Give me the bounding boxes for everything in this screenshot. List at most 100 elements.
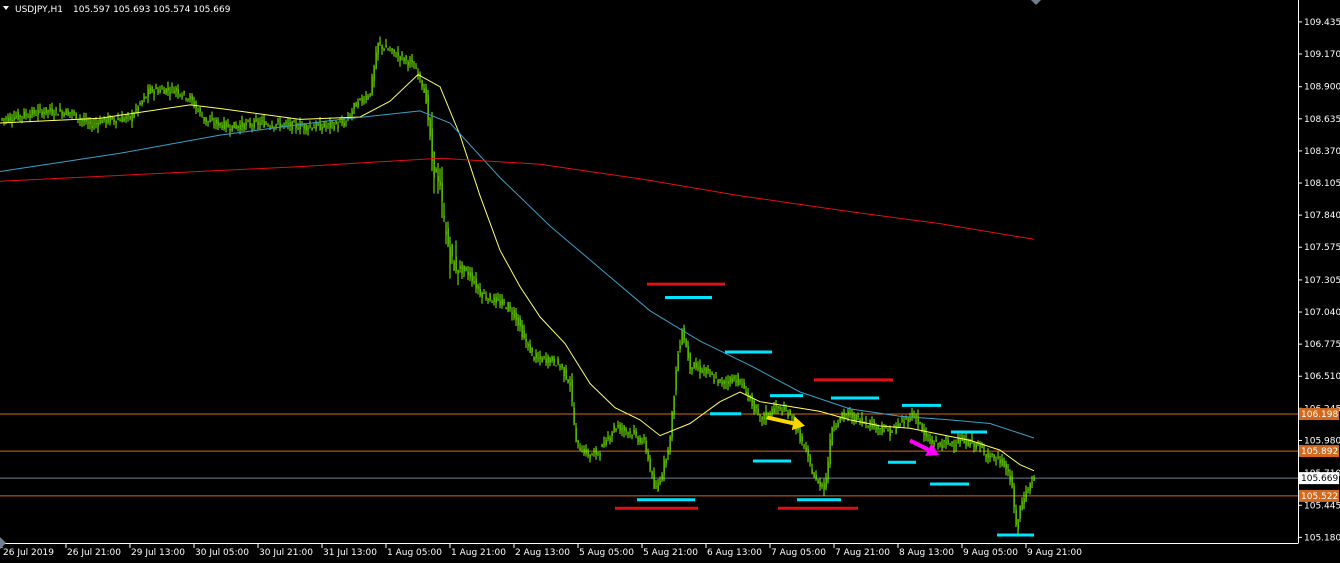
candle-body	[299, 122, 301, 130]
candle-body	[357, 101, 359, 107]
candle-body	[389, 49, 391, 51]
candle-body	[645, 440, 647, 451]
candle-body	[461, 264, 463, 273]
candle-body	[753, 400, 755, 412]
candle-body	[1031, 482, 1033, 484]
candle-body	[715, 377, 717, 379]
candle-body	[679, 345, 681, 350]
candle-body	[685, 339, 687, 348]
price-tick-label: 107.575	[1304, 243, 1340, 253]
candle-body	[425, 88, 427, 103]
candle-body	[405, 55, 407, 60]
candle-body	[487, 298, 489, 301]
candle-body	[875, 426, 877, 430]
price-tick-label: 107.840	[1304, 211, 1340, 221]
candle-body	[691, 367, 693, 370]
candle-body	[259, 122, 261, 125]
candle-body	[775, 404, 777, 407]
candle-body	[449, 246, 451, 265]
candle-body	[979, 444, 981, 447]
candle-body	[411, 59, 413, 63]
candle-body	[313, 127, 315, 129]
candle-body	[503, 301, 505, 303]
candle-body	[109, 117, 111, 123]
candle-body	[271, 125, 273, 128]
candle-body	[501, 298, 503, 305]
candle-body	[175, 88, 177, 91]
candle-body	[127, 114, 129, 116]
candle-body	[285, 121, 287, 124]
candle-body	[89, 121, 91, 124]
candle-body	[485, 296, 487, 299]
candle-body	[57, 114, 59, 116]
candle-body	[781, 411, 783, 415]
candle-body	[351, 111, 353, 115]
candle-body	[761, 416, 763, 421]
candle-body	[219, 123, 221, 126]
candle-body	[803, 445, 805, 447]
candle-body	[263, 120, 265, 128]
candle-body	[495, 297, 497, 303]
candle-body	[261, 120, 263, 122]
candle-body	[323, 122, 325, 127]
candle-body	[739, 381, 741, 383]
candle-body	[899, 423, 901, 426]
candle-body	[255, 119, 257, 121]
candle-body	[385, 45, 387, 48]
candle-body	[705, 367, 707, 373]
candle-body	[97, 122, 99, 127]
candle-body	[735, 380, 737, 383]
candle-body	[809, 455, 811, 464]
candle-body	[443, 215, 445, 219]
candle-body	[555, 365, 557, 367]
candle-body	[161, 88, 163, 90]
candle-body	[669, 436, 671, 451]
candle-body	[983, 450, 985, 452]
candle-body	[621, 428, 623, 430]
candle-body	[297, 128, 299, 130]
candle-body	[949, 443, 951, 446]
time-tick-label: 30 Jul 05:00	[195, 548, 249, 558]
candle-body	[463, 265, 465, 272]
candle-body	[21, 116, 23, 118]
candle-body	[815, 474, 817, 480]
candle-body	[393, 49, 395, 53]
candle-body	[191, 95, 193, 101]
candle-body	[439, 181, 441, 186]
candle-body	[253, 120, 255, 128]
candle-body	[881, 426, 883, 433]
candle-body	[409, 59, 411, 62]
candle-body	[371, 76, 373, 95]
candle-body	[53, 114, 55, 116]
candle-body	[31, 109, 33, 115]
candle-body	[39, 108, 41, 110]
candle-body	[25, 113, 27, 116]
candle-body	[569, 382, 571, 386]
candle-body	[617, 424, 619, 428]
candle-body	[257, 121, 259, 125]
candle-body	[833, 426, 835, 428]
candle-body	[933, 442, 935, 446]
candle-body	[813, 472, 815, 478]
candle-body	[223, 121, 225, 129]
candle-body	[725, 381, 727, 383]
candle-body	[325, 126, 327, 128]
candle-body	[855, 414, 857, 421]
candle-body	[413, 67, 415, 69]
candle-body	[287, 123, 289, 125]
candle-body	[123, 118, 125, 121]
candle-body	[251, 125, 253, 127]
candle-body	[451, 244, 453, 256]
candle-body	[377, 42, 379, 55]
time-tick-label: 26 Jul 2019	[3, 548, 54, 558]
chart-ohlc: 105.597 105.693 105.574 105.669	[73, 5, 231, 15]
price-tick-label: 107.040	[1304, 308, 1340, 318]
candle-body	[847, 411, 849, 416]
candle-body	[567, 379, 569, 383]
time-tick-label: 8 Aug 13:00	[899, 548, 954, 558]
candle-body	[609, 437, 611, 441]
candle-body	[407, 61, 409, 66]
candle-body	[1001, 458, 1003, 466]
candle-body	[9, 116, 11, 121]
candle-body	[473, 281, 475, 283]
